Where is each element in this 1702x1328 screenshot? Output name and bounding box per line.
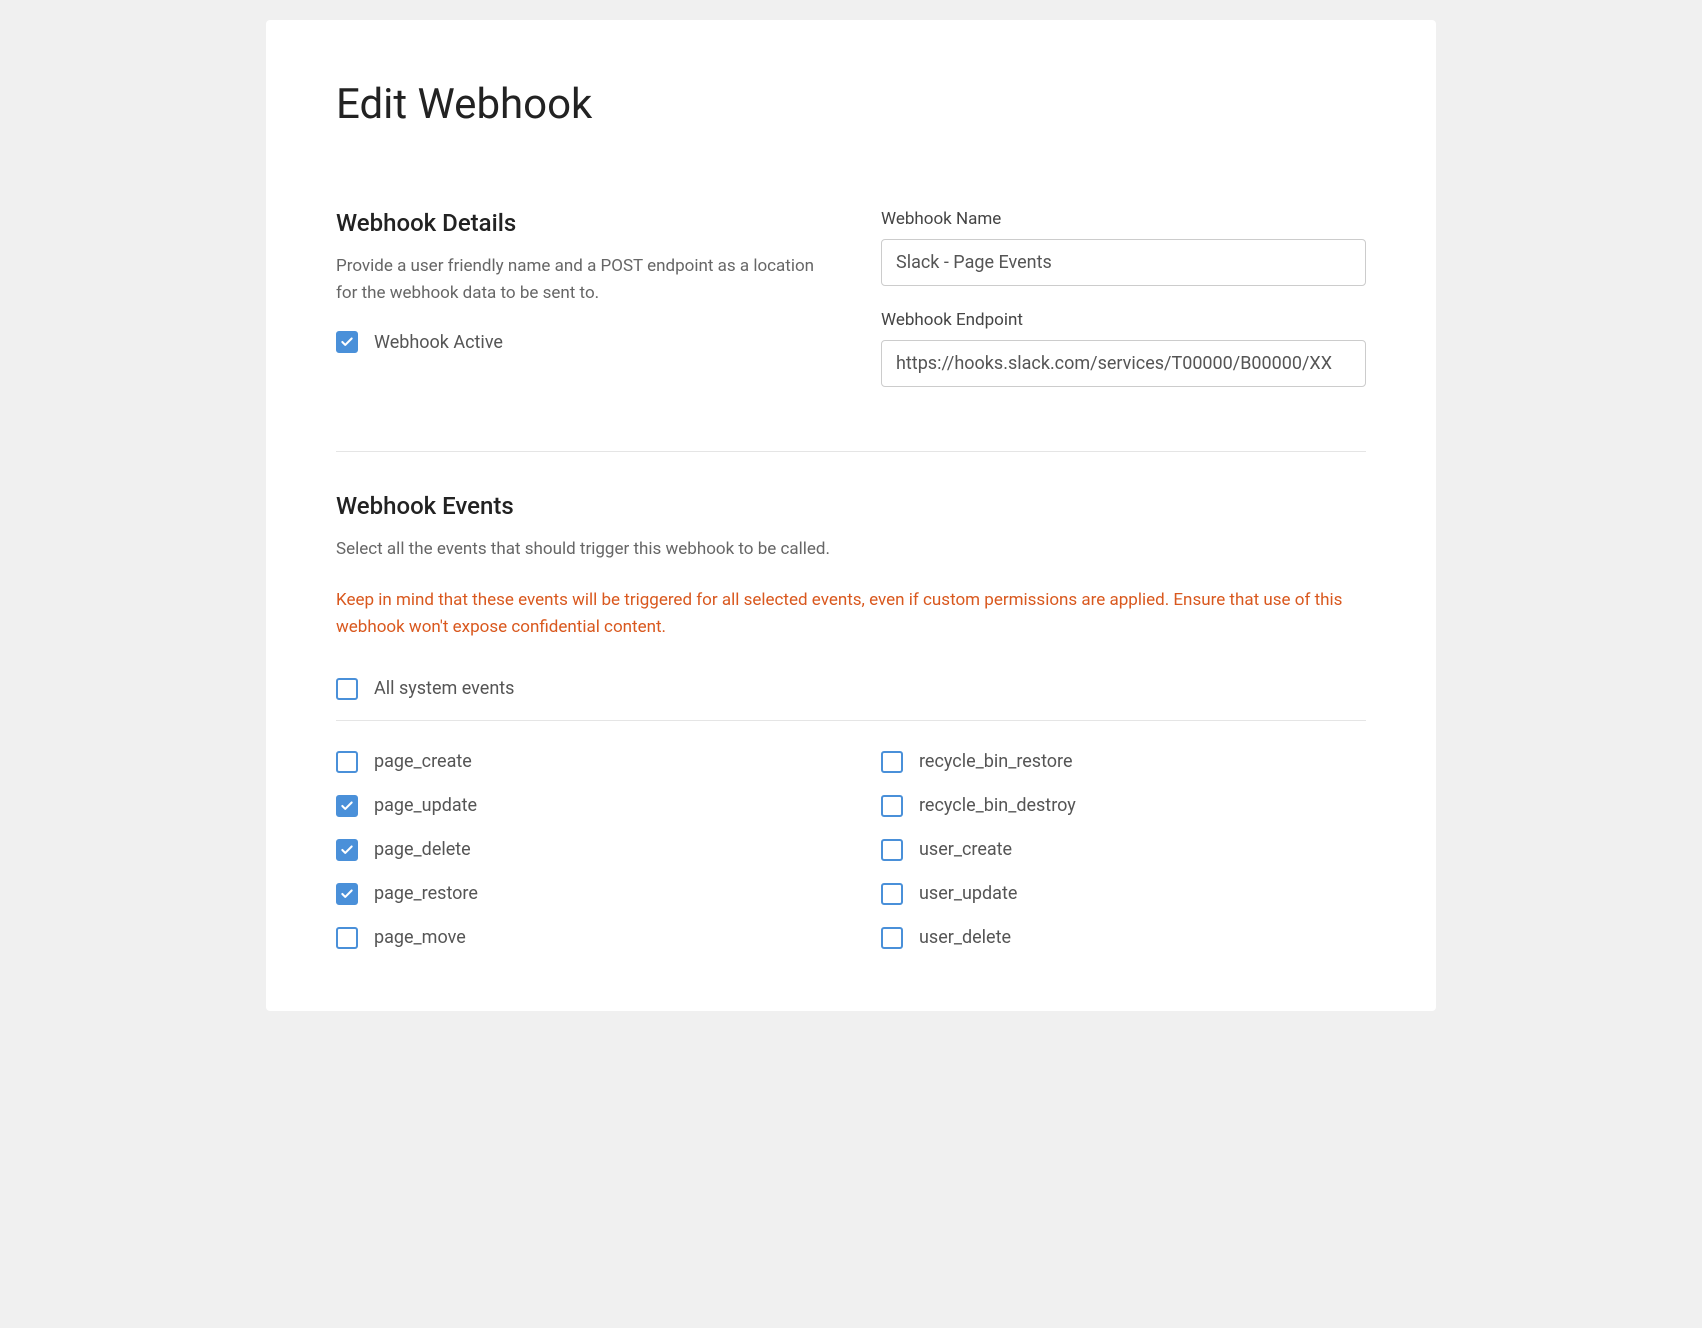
event-label: recycle_bin_restore (919, 751, 1073, 772)
name-label: Webhook Name (881, 209, 1366, 229)
name-input[interactable] (881, 239, 1366, 286)
check-icon (340, 799, 354, 813)
details-right: Webhook Name Webhook Endpoint (881, 209, 1366, 411)
endpoint-input[interactable] (881, 340, 1366, 387)
event-row[interactable]: user_create (881, 839, 1366, 861)
webhook-active-row[interactable]: Webhook Active (336, 331, 821, 353)
check-icon (340, 335, 354, 349)
endpoint-label: Webhook Endpoint (881, 310, 1366, 330)
page-title: Edit Webhook (336, 80, 1366, 129)
divider (336, 451, 1366, 452)
webhook-active-checkbox[interactable] (336, 331, 358, 353)
all-events-checkbox[interactable] (336, 678, 358, 700)
event-checkbox[interactable] (881, 839, 903, 861)
event-checkbox[interactable] (336, 927, 358, 949)
events-section: Webhook Events Select all the events tha… (336, 492, 1366, 971)
webhook-active-label: Webhook Active (374, 332, 503, 353)
event-label: user_delete (919, 927, 1011, 948)
details-section: Webhook Details Provide a user friendly … (336, 209, 1366, 411)
details-left: Webhook Details Provide a user friendly … (336, 209, 821, 411)
all-events-label: All system events (374, 678, 514, 699)
event-row[interactable]: recycle_bin_restore (881, 751, 1366, 773)
check-icon (340, 887, 354, 901)
event-label: page_move (374, 927, 466, 948)
event-label: page_update (374, 795, 477, 816)
event-checkbox[interactable] (336, 751, 358, 773)
webhook-edit-card: Edit Webhook Webhook Details Provide a u… (266, 20, 1436, 1011)
endpoint-field-group: Webhook Endpoint (881, 310, 1366, 387)
event-label: page_restore (374, 883, 478, 904)
all-events-row[interactable]: All system events (336, 678, 1366, 700)
event-label: page_delete (374, 839, 471, 860)
event-row[interactable]: user_delete (881, 927, 1366, 949)
event-checkbox[interactable] (336, 795, 358, 817)
events-heading: Webhook Events (336, 492, 1366, 520)
details-heading: Webhook Details (336, 209, 821, 237)
event-label: page_create (374, 751, 472, 772)
event-row[interactable]: recycle_bin_destroy (881, 795, 1366, 817)
events-grid: page_create page_update page_delete page_re… (336, 751, 1366, 971)
event-row[interactable]: page_delete (336, 839, 821, 861)
events-right-column: recycle_bin_restore recycle_bin_destroyus… (881, 751, 1366, 971)
events-description: Select all the events that should trigge… (336, 536, 1366, 563)
event-label: user_update (919, 883, 1017, 904)
event-checkbox[interactable] (881, 927, 903, 949)
event-label: recycle_bin_destroy (919, 795, 1076, 816)
event-checkbox[interactable] (881, 883, 903, 905)
event-checkbox[interactable] (881, 795, 903, 817)
divider (336, 720, 1366, 721)
events-warning: Keep in mind that these events will be t… (336, 587, 1366, 641)
event-row[interactable]: page_move (336, 927, 821, 949)
event-label: user_create (919, 839, 1012, 860)
details-description: Provide a user friendly name and a POST … (336, 253, 821, 307)
check-icon (340, 843, 354, 857)
event-row[interactable]: page_update (336, 795, 821, 817)
event-row[interactable]: page_create (336, 751, 821, 773)
name-field-group: Webhook Name (881, 209, 1366, 286)
event-checkbox[interactable] (881, 751, 903, 773)
event-row[interactable]: user_update (881, 883, 1366, 905)
event-checkbox[interactable] (336, 883, 358, 905)
event-checkbox[interactable] (336, 839, 358, 861)
event-row[interactable]: page_restore (336, 883, 821, 905)
events-left-column: page_create page_update page_delete page_re… (336, 751, 821, 971)
